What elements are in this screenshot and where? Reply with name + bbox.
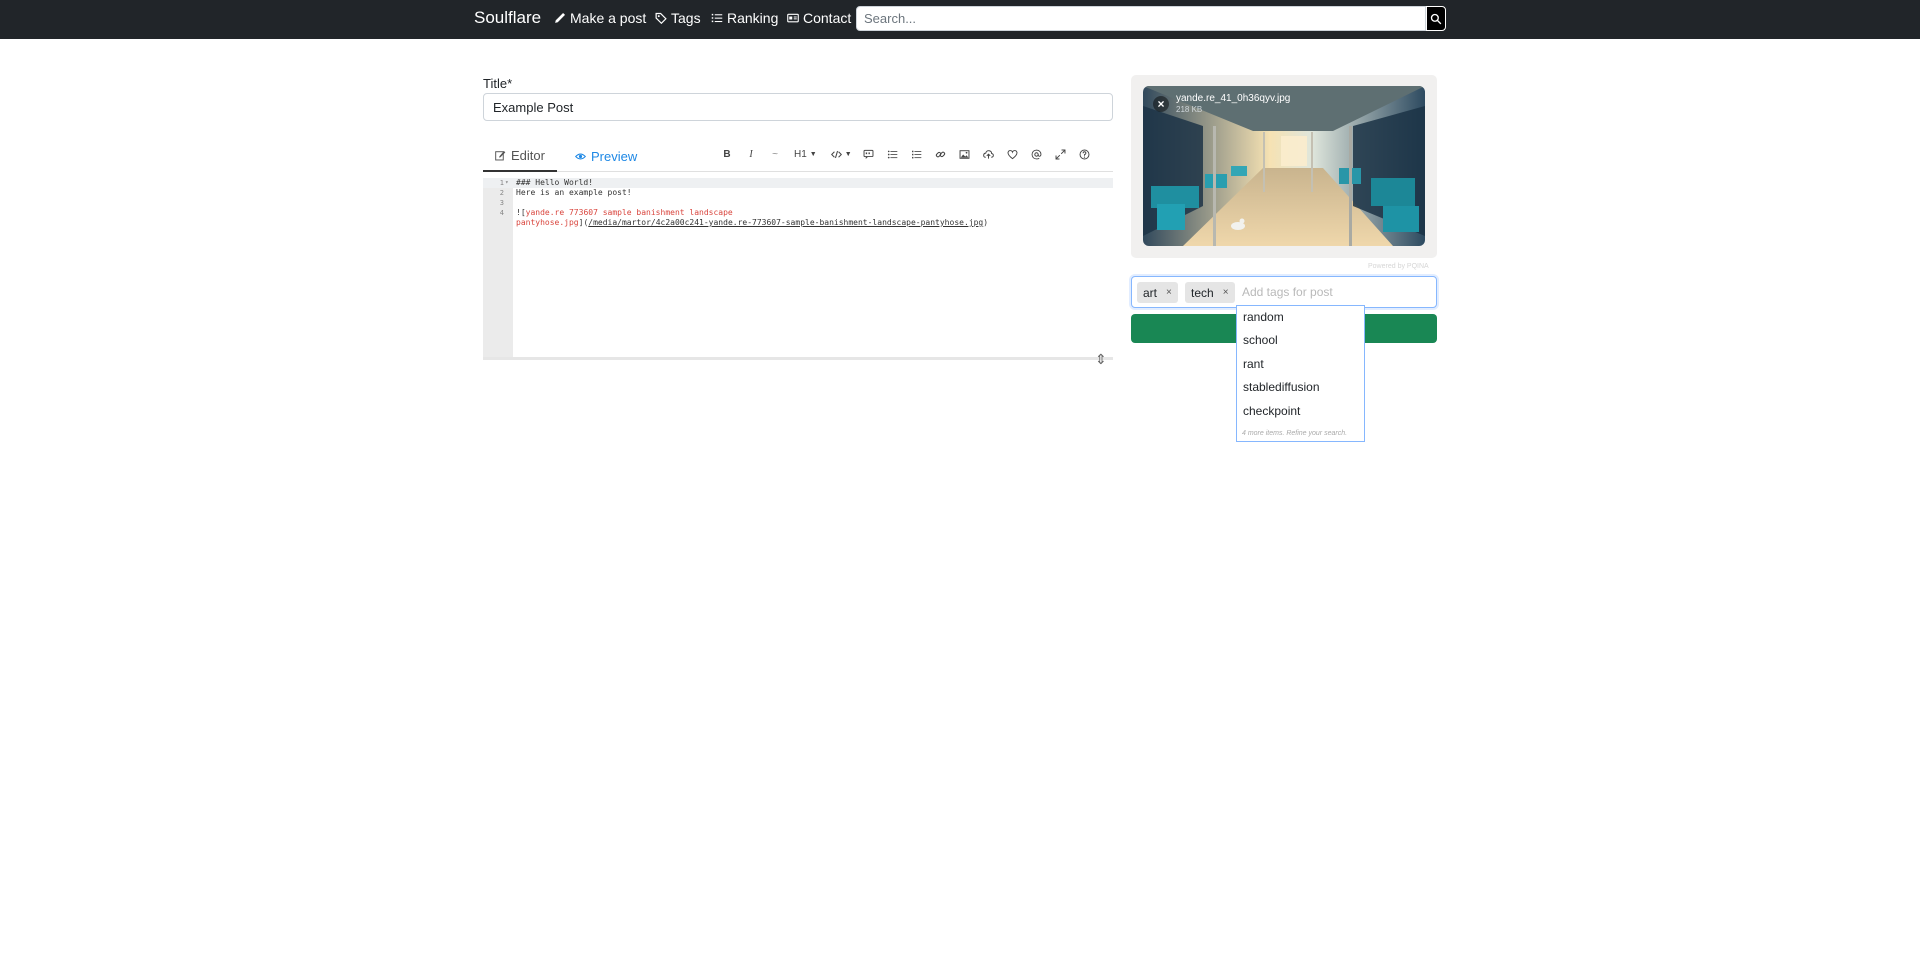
upload-file-size: 218 KB [1176, 105, 1203, 114]
bullet-list-icon [888, 150, 898, 158]
resize-handle-icon[interactable]: ⇕ [1095, 351, 1107, 368]
caret-down-icon: ▼ [809, 150, 817, 158]
nav-label: Ranking [727, 10, 779, 26]
editor-toolbar: B I ~ H1 ▼ ▼ [715, 143, 1097, 165]
code-icon [830, 150, 842, 158]
italic-button[interactable]: I [739, 143, 763, 165]
contact-card-icon [787, 13, 799, 23]
nav-label: Make a post [570, 10, 647, 26]
numbered-list-icon [912, 150, 922, 158]
help-icon [1079, 149, 1090, 159]
tab-label: Editor [511, 147, 545, 163]
fold-arrow-icon[interactable]: ▾ [505, 178, 509, 188]
image-button[interactable] [953, 143, 977, 165]
nav-make-a-post[interactable]: Make a post [554, 10, 646, 26]
upload-icon [983, 149, 995, 159]
code-text: ### Hello World! [516, 178, 594, 187]
tag-suggestions-dropdown: random school rant stablediffusion check… [1236, 305, 1365, 442]
md-image-prefix: ![ [516, 208, 526, 217]
tags-input-box[interactable]: art × tech × [1131, 276, 1437, 308]
more-items-hint: 4 more items. Refine your search. [1242, 430, 1348, 437]
nav-label: Tags [671, 10, 701, 26]
heading-dropdown[interactable]: H1 ▼ [791, 143, 820, 165]
suggestion-item[interactable]: school [1237, 330, 1364, 350]
remove-tag-icon[interactable]: × [1223, 287, 1229, 298]
strikethrough-button[interactable]: ~ [763, 143, 787, 165]
list-icon [711, 13, 723, 23]
tab-editor[interactable]: Editor [483, 140, 557, 172]
help-button[interactable] [1073, 143, 1097, 165]
search-input[interactable] [856, 6, 1426, 31]
nav-label: Contact [803, 10, 852, 26]
tag-chip: art × [1137, 282, 1178, 303]
powered-by-credit[interactable]: Powered by PQINA [1368, 263, 1429, 270]
tag-chip: tech × [1185, 282, 1235, 303]
link-button[interactable] [929, 143, 953, 165]
code-line: 1 ▾ ### Hello World! [483, 178, 1113, 188]
suggestion-item[interactable]: stablediffusion [1237, 377, 1364, 397]
code-line: 3 [483, 198, 1113, 208]
md-image-url: /media/martor/4c2a00c241-yande.re-773607… [588, 218, 984, 227]
md-image-mid: ]( [578, 218, 589, 227]
nav-contact[interactable]: Contact [787, 10, 851, 26]
bullet-list-button[interactable] [881, 143, 905, 165]
heading-label: H1 [794, 148, 807, 160]
image-upload-panel[interactable]: × yande.re_41_0h36qyv.jpg 218 KB [1131, 75, 1437, 258]
remove-tag-icon[interactable]: × [1166, 287, 1172, 298]
suggestion-item[interactable]: random [1237, 307, 1364, 327]
tag-icon [655, 12, 667, 24]
image-icon [959, 149, 970, 159]
line-number: 2 [499, 189, 504, 197]
mention-button[interactable] [1025, 143, 1049, 165]
code-text: ![yande.re 773607 sample banishment land… [516, 208, 733, 218]
tag-input[interactable] [1240, 281, 1430, 303]
nav-tags[interactable]: Tags [655, 10, 701, 26]
link-icon [936, 151, 946, 157]
numbered-list-button[interactable] [905, 143, 929, 165]
quote-button[interactable] [857, 143, 881, 165]
heart-icon [1007, 149, 1018, 159]
nav-ranking[interactable]: Ranking [711, 10, 778, 26]
line-number: 4 [499, 209, 504, 217]
upload-file-name: yande.re_41_0h36qyv.jpg [1176, 93, 1291, 104]
fullscreen-button[interactable] [1049, 143, 1073, 165]
quote-icon [863, 149, 874, 159]
md-image-alt-cont: pantyhose.jpg [516, 218, 579, 227]
line-number: 1 [499, 179, 504, 187]
edit-icon [495, 150, 506, 160]
code-dropdown[interactable]: ▼ [828, 143, 855, 165]
search-button[interactable] [1426, 6, 1446, 31]
search-icon [1430, 13, 1442, 24]
mention-icon [1031, 149, 1042, 159]
md-image-alt: yande.re 773607 sample banishment landsc… [525, 208, 733, 217]
tag-label: art [1143, 285, 1158, 300]
remove-image-icon[interactable]: × [1153, 96, 1169, 112]
suggestion-item[interactable]: rant [1237, 354, 1364, 374]
navbar: Soulflare Make a post Tags Ranking Conta… [0, 0, 1920, 39]
tab-preview[interactable]: Preview [563, 140, 649, 172]
markdown-editor[interactable]: 1 ▾ ### Hello World! 2 Here is an exampl… [483, 178, 1113, 360]
code-line: 2 Here is an example post! [483, 188, 1113, 198]
code-text: Here is an example post! [516, 188, 632, 197]
eye-icon [575, 153, 586, 159]
line-number: 3 [499, 199, 504, 207]
title-label: Title* [483, 76, 513, 91]
brand-logo[interactable]: Soulflare [474, 8, 541, 28]
code-line-wrapped: pantyhose.jpg](/media/martor/4c2a00c241-… [483, 218, 1113, 228]
heart-button[interactable] [1001, 143, 1025, 165]
code-text: pantyhose.jpg](/media/martor/4c2a00c241-… [516, 218, 988, 228]
md-image-suffix: ) [983, 218, 989, 227]
suggestion-item[interactable]: checkpoint [1237, 401, 1364, 421]
fullscreen-icon [1055, 149, 1066, 159]
uploaded-image-thumbnail: × yande.re_41_0h36qyv.jpg 218 KB [1143, 86, 1425, 246]
caret-down-icon: ▼ [844, 150, 852, 158]
tab-label: Preview [591, 148, 638, 164]
upload-button[interactable] [977, 143, 1001, 165]
pencil-icon [555, 12, 566, 23]
tag-label: tech [1191, 285, 1214, 300]
bold-button[interactable]: B [715, 143, 739, 165]
title-input[interactable] [483, 93, 1113, 121]
code-line: 4 ![yande.re 773607 sample banishment la… [483, 208, 1113, 218]
